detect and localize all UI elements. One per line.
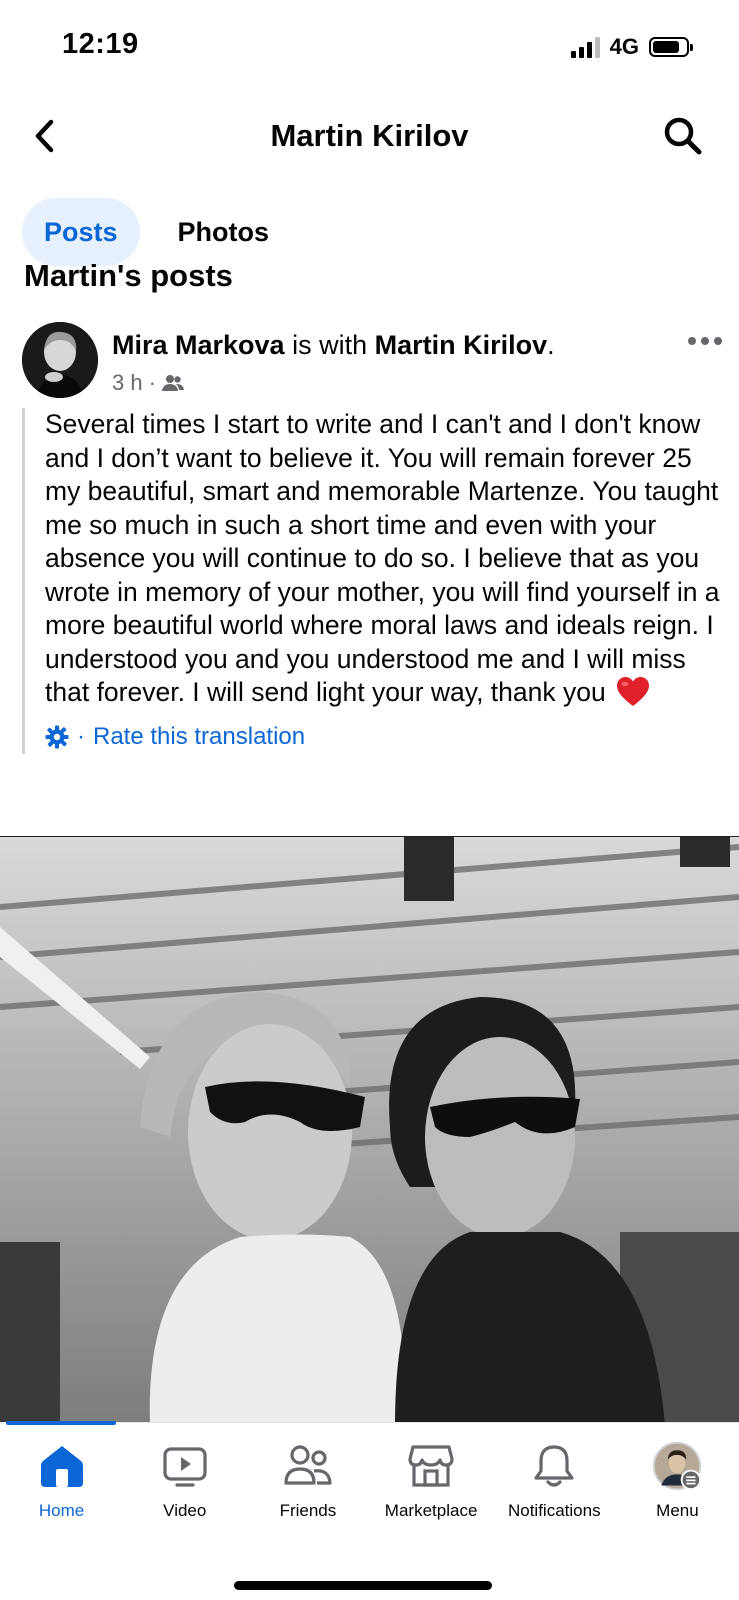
post-meta: 3 h · [112, 370, 184, 396]
battery-icon [649, 37, 693, 57]
with-text: is with [284, 330, 375, 360]
active-tab-indicator [6, 1421, 116, 1425]
status-indicators: 4G [570, 34, 693, 60]
marketplace-icon [406, 1441, 456, 1491]
translation-row: · Rate this translation [45, 720, 722, 754]
nav-video[interactable]: Video [123, 1441, 246, 1521]
tab-posts[interactable]: Posts [22, 198, 140, 266]
search-button[interactable] [661, 114, 705, 158]
section-heading: Martin's posts [24, 262, 724, 298]
section-title: Martin's posts [24, 262, 233, 293]
post-body: Several times I start to write and I can… [22, 408, 722, 754]
home-indicator [234, 1581, 492, 1590]
rate-translation-link[interactable]: Rate this translation [93, 723, 305, 751]
tagged-name[interactable]: Martin Kirilov [375, 330, 548, 360]
author-avatar[interactable] [22, 322, 98, 398]
more-options-button[interactable] [682, 334, 722, 348]
network-type: 4G [609, 34, 639, 59]
video-icon [160, 1441, 210, 1491]
author-line: Mira Markova is with Martin Kirilov. [112, 330, 555, 360]
nav-home[interactable]: Home [0, 1441, 123, 1521]
nav-menu[interactable]: Menu [616, 1441, 739, 1521]
bell-icon [529, 1441, 579, 1491]
gear-icon[interactable] [45, 725, 69, 749]
nav-marketplace[interactable]: Marketplace [370, 1441, 493, 1521]
friends-audience-icon [161, 375, 184, 391]
nav-notifications[interactable]: Notifications [493, 1441, 616, 1521]
search-icon [664, 117, 702, 155]
tab-photos[interactable]: Photos [156, 198, 292, 266]
post-photo[interactable] [0, 836, 739, 1424]
friends-icon [283, 1441, 333, 1491]
status-bar: 12:19 4G [0, 0, 739, 92]
profile-avatar [652, 1441, 702, 1491]
nav-friends[interactable]: Friends [246, 1441, 369, 1521]
page-header: Martin Kirilov [0, 100, 739, 176]
post-text: Several times I start to write and I can… [45, 409, 720, 707]
home-icon [37, 1441, 87, 1491]
author-name[interactable]: Mira Markova [112, 330, 285, 360]
post-header: Mira Markova is with Martin Kirilov. 3 h… [22, 322, 722, 402]
signal-icon [570, 36, 600, 58]
post-time[interactable]: 3 h [112, 370, 143, 396]
heart-emoji-icon [617, 677, 650, 706]
bottom-navigation: Home Video Friends Marketplace Notificat… [0, 1421, 739, 1600]
page-title: Martin Kirilov [270, 118, 469, 153]
profile-tabs: Posts Photos [22, 198, 291, 266]
status-time: 12:19 [62, 28, 139, 60]
